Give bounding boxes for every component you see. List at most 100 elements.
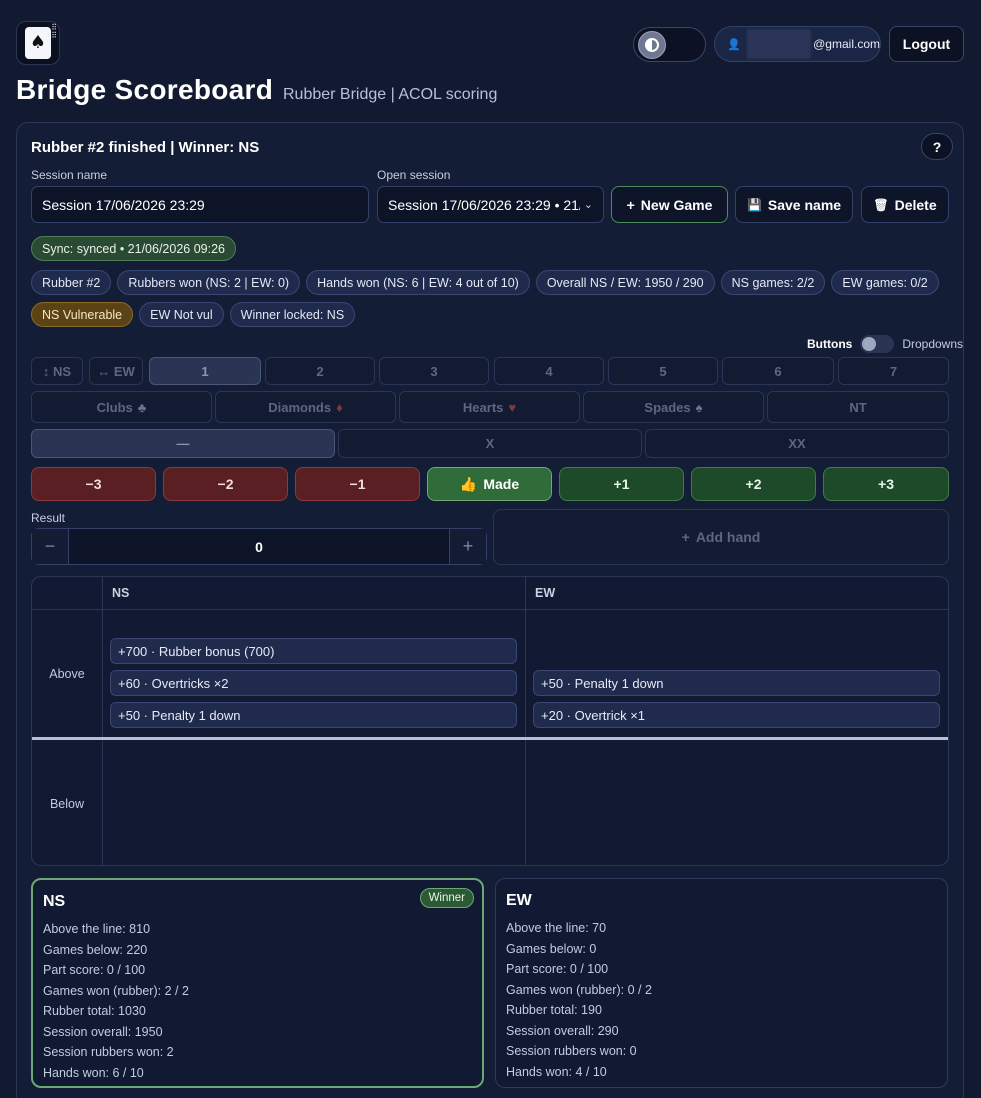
declarer-ew-button[interactable]: ↔ EW (89, 357, 143, 385)
spades-icon: ♠ (695, 399, 703, 415)
ew-above-entry: +50 · Penalty 1 down (533, 670, 940, 696)
summary-line: Games won (rubber): 2 / 2 (43, 983, 189, 998)
result-made-button[interactable]: 👍 Made (427, 467, 552, 501)
user-account-pill[interactable]: 👤 @gmail.com (714, 26, 881, 62)
suit-nt-button[interactable]: NT (767, 391, 949, 423)
summary-line: Games won (rubber): 0 / 2 (506, 982, 652, 997)
suit-label: Diamonds (268, 399, 332, 415)
logout-button[interactable]: Logout (889, 26, 964, 62)
below-row-label: Below (49, 797, 85, 811)
made-label: Made (483, 476, 520, 492)
help-button[interactable]: ? (921, 133, 953, 160)
theme-toggle[interactable] (633, 27, 706, 62)
the-line (32, 737, 948, 740)
redacted-email (746, 29, 812, 59)
session-name-input[interactable]: Session 17/06/2026 23:29 (31, 186, 369, 223)
user-icon: 👤 (727, 38, 741, 51)
suit-clubs-button[interactable]: Clubs ♣ (31, 391, 212, 423)
summary-line: Session rubbers won: 0 (506, 1044, 637, 1058)
decrement-button[interactable]: − (32, 529, 68, 564)
summary-line: Part score: 0 / 100 (43, 963, 146, 977)
stat-pill: EW games: 0/2 (831, 270, 939, 295)
winner-badge: Winner (419, 888, 474, 908)
result-plus-1-button[interactable]: +1 (559, 467, 684, 501)
delete-button[interactable]: 🗑 Delete (861, 186, 949, 223)
suit-hearts-button[interactable]: Hearts ♥ (399, 391, 580, 423)
stat-pill: NS games: 2/2 (720, 270, 826, 295)
new-game-button[interactable]: + New Game (611, 186, 728, 223)
ew-summary-title: EW (506, 892, 532, 909)
result-minus-2-button[interactable]: −2 (163, 467, 288, 501)
mode-switch[interactable] (860, 335, 895, 353)
result-label: Result (31, 511, 66, 525)
clubs-icon: ♣ (137, 399, 147, 415)
result-minus-1-button[interactable]: −1 (295, 467, 420, 501)
doubled-button[interactable]: X (338, 429, 642, 458)
declarer-ns-button[interactable]: ↕ NS (31, 357, 83, 385)
suit-diamonds-button[interactable]: Diamonds ♦ (215, 391, 396, 423)
corner-header (32, 577, 102, 610)
scoreboard-panel: Rubber #2 finished | Winner: NS ? Sessio… (16, 122, 964, 1098)
increment-button[interactable]: + (450, 529, 486, 564)
result-stepper: − 0 + (31, 528, 487, 565)
result-plus-3-button[interactable]: +3 (823, 467, 949, 501)
open-session-select[interactable]: Session 17/06/2026 23:29 • 21/ ⌄ (377, 186, 604, 223)
contrast-icon (638, 31, 666, 59)
dropdowns-mode-label: Dropdowns (902, 337, 964, 351)
level-3-button[interactable]: 3 (379, 357, 489, 385)
stat-pill: Rubbers won (NS: 2 | EW: 0) (117, 270, 301, 295)
ew-above-entry: +20 · Overtrick ×1 (533, 702, 940, 728)
redoubled-button[interactable]: XX (645, 429, 949, 458)
level-7-button[interactable]: 7 (838, 357, 949, 385)
chevron-down-icon: ⌄ (583, 199, 593, 211)
summary-line: Rubber total: 1030 (43, 1004, 146, 1018)
winner-locked-pill: Winner locked: NS (229, 302, 356, 327)
summary-line: Games below: 220 (43, 942, 148, 957)
ew-column-header: EW (525, 577, 948, 610)
session-name-value: Session 17/06/2026 23:29 (42, 196, 205, 213)
suit-label: Hearts (462, 399, 504, 415)
save-icon: 💾 (746, 197, 762, 212)
summary-line: Session rubbers won: 2 (43, 1045, 174, 1059)
plus-icon: + (681, 529, 690, 545)
suit-spades-button[interactable]: Spades ♠ (583, 391, 764, 423)
stat-pill: Rubber #2 (31, 270, 112, 295)
delete-label: Delete (894, 196, 937, 213)
ew-summary-card: EW Above the line: 70 Games below: 0 Par… (495, 878, 948, 1088)
divider (525, 577, 526, 865)
rubber-status: Rubber #2 finished | Winner: NS (31, 139, 260, 156)
divider (102, 577, 103, 865)
summary-line: Hands won: 6 / 10 (43, 1065, 144, 1080)
save-name-label: Save name (767, 196, 842, 213)
level-6-button[interactable]: 6 (722, 357, 834, 385)
level-1-button[interactable]: 1 (149, 357, 261, 385)
plus-icon: + (626, 196, 635, 213)
ns-above-entry: +700 · Rubber bonus (700) (110, 638, 517, 664)
score-sheet: NS EW Above Below +700 · Rubber bonus (7… (31, 576, 949, 866)
summary-line: Part score: 0 / 100 (506, 962, 609, 976)
summary-line: Session overall: 290 (506, 1023, 619, 1038)
result-value[interactable]: 0 (68, 529, 450, 564)
ew-vulnerability-pill: EW Not vul (139, 302, 224, 327)
add-hand-button[interactable]: + Add hand (493, 509, 949, 565)
suit-label: Clubs (96, 399, 133, 415)
save-name-button[interactable]: 💾 Save name (735, 186, 853, 223)
input-mode-toggle[interactable]: Buttons Dropdowns (807, 335, 963, 353)
session-name-label: Session name (31, 168, 108, 182)
suit-label: Spades (644, 399, 691, 415)
buttons-mode-label: Buttons (807, 337, 853, 351)
open-session-value: Session 17/06/2026 23:29 • 21/ (388, 196, 580, 213)
undoubled-button[interactable]: — (31, 429, 335, 458)
ns-above-entry: +50 · Penalty 1 down (110, 702, 517, 728)
stat-pill: Hands won (NS: 6 | EW: 4 out of 10) (306, 270, 530, 295)
open-session-label: Open session (377, 168, 451, 182)
level-5-button[interactable]: 5 (608, 357, 718, 385)
level-2-button[interactable]: 2 (265, 357, 375, 385)
ns-column-header: NS (102, 577, 525, 610)
level-4-button[interactable]: 4 (494, 357, 604, 385)
user-email: @gmail.com (813, 37, 880, 51)
vulnerability-pills: NS Vulnerable EW Not vul Winner locked: … (31, 302, 356, 327)
result-plus-2-button[interactable]: +2 (691, 467, 816, 501)
spade-card-icon: ♠ ⠿ ⠿ (25, 24, 57, 59)
result-minus-3-button[interactable]: −3 (31, 467, 156, 501)
